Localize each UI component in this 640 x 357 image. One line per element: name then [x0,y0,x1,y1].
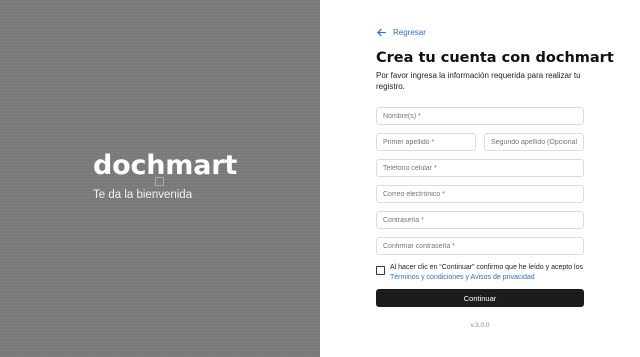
page-subtitle: Por favor ingresa la información requeri… [376,71,581,91]
terms-conditions-link[interactable]: Términos y condiciones [390,274,464,281]
back-link[interactable]: Regresar [376,27,426,38]
brand-logo-text: dochmart [93,150,238,181]
brand-block: dochmart Te da la bienvenida [93,150,237,202]
phone-input[interactable] [376,159,584,177]
arrow-left-icon [377,28,386,37]
brand-tagline: Te da la bienvenida [93,189,193,201]
confirm-password-input[interactable] [376,237,584,255]
terms-row: Al hacer clic en “Continuar” confirmo qu… [376,263,586,283]
terms-text: Al hacer clic en “Continuar” confirmo qu… [390,263,586,283]
page-title: Crea tu cuenta con dochmart [376,50,614,66]
version-label: v.3.0.0 [470,322,490,329]
privacy-notice-link[interactable]: Avisos de privacidad [471,274,535,281]
decorative-square-icon [155,177,164,186]
welcome-panel: dochmart Te da la bienvenida [0,0,320,357]
second-surname-input[interactable] [484,133,584,151]
terms-statement: Al hacer clic en “Continuar” confirmo qu… [390,264,583,271]
terms-conjunction: y [463,274,471,281]
back-link-label: Regresar [393,28,426,37]
email-input[interactable] [376,185,584,203]
terms-checkbox[interactable] [376,266,385,275]
continue-button[interactable]: Continuar [376,289,584,307]
password-input[interactable] [376,211,584,229]
name-input[interactable] [376,107,584,125]
first-surname-input[interactable] [376,133,476,151]
